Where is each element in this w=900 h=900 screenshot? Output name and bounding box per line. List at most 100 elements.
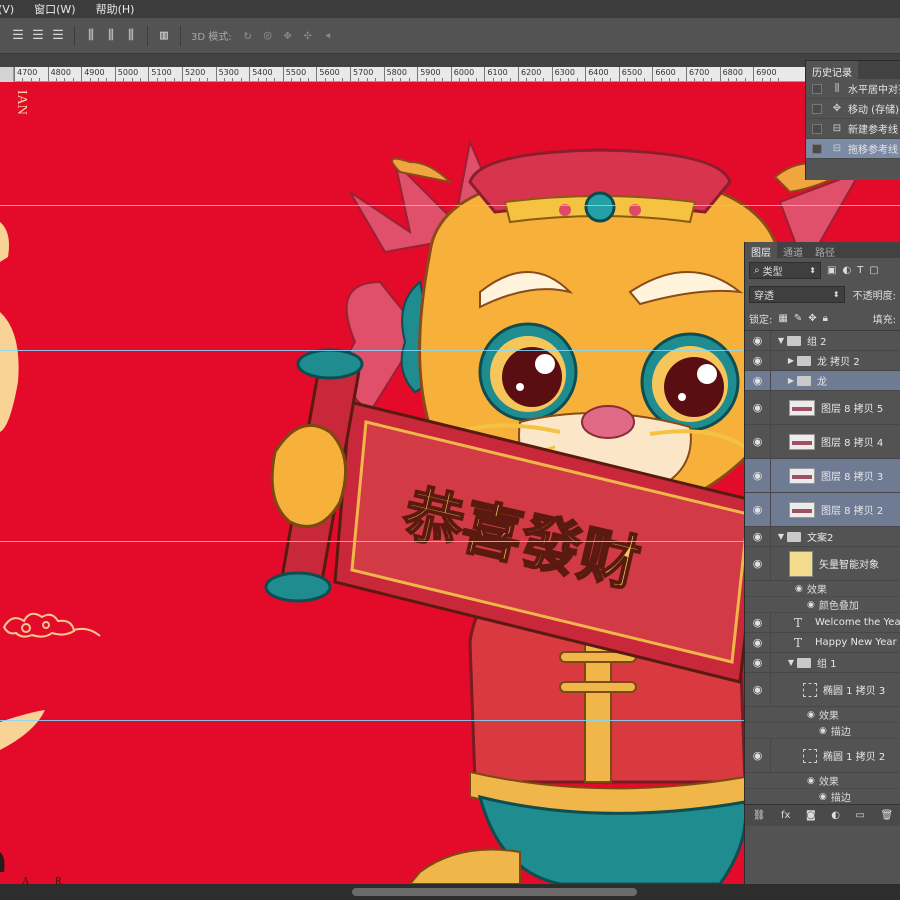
eye-icon[interactable]: ◉ [807,710,815,720]
horizontal-scrollbar[interactable] [0,884,900,900]
lock-pixels-icon[interactable]: ✎ [794,313,802,324]
history-item[interactable]: ⊟ 新建参考线 [806,119,900,139]
snapshot-checkbox[interactable] [812,143,822,154]
chevron-right-icon[interactable]: ▶ [785,356,797,365]
scale-3d-icon[interactable]: ◂ [318,26,338,46]
layer-effect-row[interactable]: ◉ 描边 [745,723,900,739]
eye-icon[interactable]: ◉ [819,726,827,736]
snapshot-checkbox[interactable] [812,103,822,114]
brush-stroke [0,710,45,750]
eye-icon[interactable]: ◉ [745,493,771,526]
layer-name: 龙 [817,377,827,388]
slide-3d-icon[interactable]: ✣ [298,26,318,46]
lock-position-icon[interactable]: ✥ [808,313,816,324]
eye-icon[interactable]: ◉ [745,673,771,706]
layer-name: 椭圆 1 拷贝 2 [823,752,886,763]
tab-history[interactable]: 历史记录 [806,61,858,79]
filter-type-select[interactable]: ⌕ 类型 ⬍ [749,261,821,279]
drag-3d-icon[interactable]: ✥ [278,26,298,46]
roll-3d-icon[interactable]: ◎ [258,26,278,46]
chevron-right-icon[interactable]: ▶ [785,376,797,385]
layer-row[interactable]: ◉ T Welcome the Year [745,613,900,633]
image-filter-icon[interactable]: ▣ [827,265,836,276]
eye-icon[interactable]: ◉ [745,653,771,672]
align-vcenter-icon[interactable]: ☰ [28,26,48,46]
eye-icon[interactable]: ◉ [745,527,771,546]
layer-row[interactable]: ◉ T Happy New Year [745,633,900,653]
layer-effect-row[interactable]: ◉ 颜色叠加 [745,597,900,613]
align-bottom-icon[interactable]: ☰ [48,26,68,46]
fx-icon[interactable]: fx [781,810,790,821]
lock-all-icon[interactable]: 🔒︎ [823,313,828,324]
chevron-down-icon[interactable]: ▼ [775,532,787,541]
align-top-icon[interactable]: ☰ [8,26,28,46]
horizontal-guide[interactable] [0,205,900,206]
layer-row[interactable]: ◉ 矢量智能对象 [745,547,900,581]
layer-effect-row[interactable]: ◉ 效果 [745,707,900,723]
adjustment-icon[interactable]: ◐ [831,810,840,821]
layer-row[interactable]: ◉ ▶ 龙 拷贝 2 [745,351,900,371]
eye-icon[interactable]: ◉ [807,600,815,610]
layer-name: 椭圆 1 拷贝 3 [823,686,886,697]
layer-effect-row[interactable]: ◉ 效果 [745,773,900,789]
layer-row[interactable]: ◉ ▼ 组 1 [745,653,900,673]
eye-icon[interactable]: ◉ [795,584,803,594]
rotate-3d-icon[interactable]: ↻ [238,26,258,46]
shape-filter-icon[interactable]: ▢ [869,265,878,276]
snapshot-checkbox[interactable] [812,123,822,134]
layer-effect-row[interactable]: ◉ 描边 [745,789,900,805]
distribute-icon[interactable]: ▥ [154,26,174,46]
layer-row[interactable]: ◉ 图层 8 拷贝 3 [745,459,900,493]
chevron-down-icon[interactable]: ▼ [785,658,797,667]
eye-icon[interactable]: ◉ [745,331,771,350]
eye-icon[interactable]: ◉ [745,351,771,370]
history-item[interactable]: ⊟ 拖移参考线 [806,139,900,159]
eye-icon[interactable]: ◉ [745,459,771,492]
eye-icon[interactable]: ◉ [745,547,771,580]
trash-icon[interactable]: 🗑︎ [880,810,893,821]
eye-icon[interactable]: ◉ [807,776,815,786]
tab-layers[interactable]: 图层 [745,242,777,259]
chevron-down-icon[interactable]: ▼ [775,336,787,345]
align-right-icon[interactable]: ⫼ [121,26,141,46]
layer-row[interactable]: ◉ ▼ 组 2 [745,331,900,351]
eye-icon[interactable]: ◉ [745,391,771,424]
eye-icon[interactable]: ◉ [745,739,771,772]
layers-panel: 图层 通道 路径 ⌕ 类型 ⬍ ▣ ◐ T ▢ 穿透 ⬍ 不透明度: 锁定: ▦… [744,242,900,884]
eye-icon[interactable]: ◉ [745,371,771,390]
scrollbar-thumb[interactable] [352,888,637,896]
layer-row[interactable]: ◉ ▶ 龙 [745,371,900,391]
text-filter-icon[interactable]: T [857,265,863,276]
history-item[interactable]: ⫼ 水平居中对齐 [806,79,900,99]
layer-row[interactable]: ◉ 图层 8 拷贝 5 [745,391,900,425]
eye-icon[interactable]: ◉ [745,613,771,632]
folder-icon [787,531,801,542]
eye-icon[interactable]: ◉ [745,425,771,458]
lock-transparent-icon[interactable]: ▦ [778,313,787,324]
align-left-icon[interactable]: ⫼ [81,26,101,46]
layer-row[interactable]: ◉ ▼ 文案2 [745,527,900,547]
ruler-label: 5700 [353,68,374,77]
menu-help[interactable]: 帮助(H) [96,1,135,17]
menu-window[interactable]: 窗口(W) [34,1,75,17]
blend-mode-select[interactable]: 穿透 ⬍ [749,285,845,303]
horizontal-ruler[interactable]: 4700 4800 4900 5000 5100 5200 5300 5400 5500 5600… [0,67,900,82]
folder-icon[interactable]: ▭ [855,810,864,821]
layer-row[interactable]: ◉ 图层 8 拷贝 4 [745,425,900,459]
layer-row[interactable]: ◉ 椭圆 1 拷贝 2 [745,739,900,773]
tab-paths[interactable]: 路径 [809,242,841,259]
menu-view[interactable]: (V) [0,3,14,16]
link-icon[interactable]: ⛓ [753,810,766,821]
adjustment-filter-icon[interactable]: ◐ [842,265,851,276]
eye-icon[interactable]: ◉ [819,792,827,802]
align-hcenter-icon[interactable]: ⫼ [101,26,121,46]
tab-channels[interactable]: 通道 [777,242,809,259]
history-item[interactable]: ✥ 移动 (存储) [806,99,900,119]
snapshot-checkbox[interactable] [812,83,822,94]
mask-icon[interactable]: ◙ [806,810,816,821]
layer-row[interactable]: ◉ 椭圆 1 拷贝 3 [745,673,900,707]
vertical-text: IAN [14,90,29,115]
layer-row[interactable]: ◉ 图层 8 拷贝 2 [745,493,900,527]
layer-effect-row[interactable]: ◉ 效果 [745,581,900,597]
eye-icon[interactable]: ◉ [745,633,771,652]
